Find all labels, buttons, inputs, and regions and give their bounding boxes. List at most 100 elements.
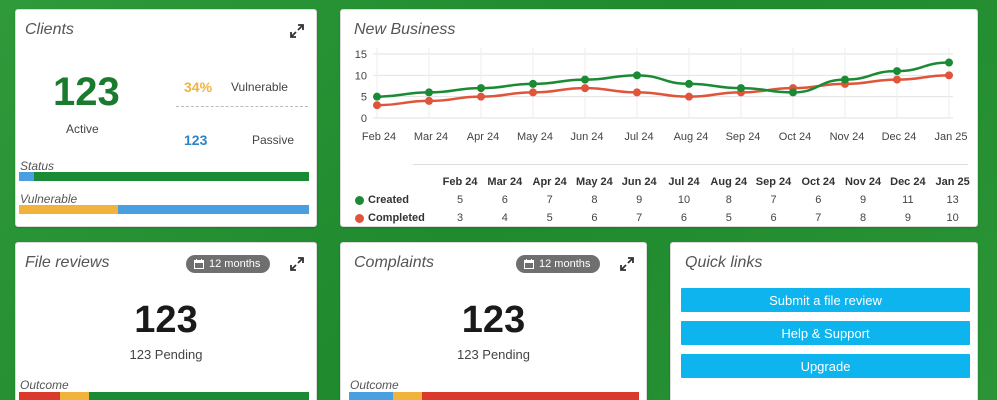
table-cell: 6: [501, 194, 508, 206]
table-header-cell: Apr 24: [532, 176, 567, 188]
status-segment: [33, 172, 309, 181]
table-cell: 6: [815, 194, 822, 206]
outcome-label: Outcome: [350, 378, 399, 392]
table-header-cell: May 24: [576, 176, 613, 188]
table-header-cell: Feb 24: [442, 176, 478, 188]
table-cell: 10: [946, 212, 959, 224]
y-tick-label: 0: [361, 113, 367, 125]
row-label: Created: [368, 194, 409, 206]
table-cell: 9: [636, 194, 643, 206]
period-filter[interactable]: 12 months: [186, 255, 271, 273]
help-support-button[interactable]: Help & Support: [681, 321, 970, 345]
passive-count: 123: [184, 132, 208, 148]
table-header-cell: Jun 24: [621, 176, 657, 188]
expand-icon[interactable]: [619, 256, 635, 272]
table-cell: 6: [770, 212, 777, 224]
expand-icon[interactable]: [289, 256, 305, 272]
upgrade-button[interactable]: Upgrade: [681, 354, 970, 378]
table-cell: 6: [680, 212, 688, 224]
table-row: Created 5 6 7 8 9 10 8 7 6 9 11 13: [355, 191, 975, 209]
table-divider: [413, 164, 968, 165]
data-point-created: [789, 88, 797, 97]
file-reviews-count: 123: [134, 299, 198, 341]
table-header-cell: Dec 24: [890, 176, 926, 188]
table-header-cell: Oct 24: [801, 176, 836, 188]
table-cell: 9: [860, 194, 867, 206]
table-cell: 13: [946, 194, 959, 206]
y-tick-label: 10: [355, 70, 367, 82]
divider: [176, 106, 308, 107]
data-point-created: [893, 67, 901, 76]
table-cell: 8: [591, 194, 598, 206]
x-tick-label: Nov 24: [830, 131, 865, 143]
table-cell: 5: [546, 212, 553, 224]
data-point-completed: [633, 88, 641, 97]
complaints-pending: 123 Pending: [456, 347, 530, 362]
table-cell: 5: [725, 212, 732, 224]
table-cell: 3: [457, 212, 464, 224]
calendar-icon: [194, 259, 204, 269]
calendar-icon: [524, 259, 534, 269]
table-header-cell: Jan 25: [935, 176, 970, 188]
expand-icon[interactable]: [289, 23, 305, 39]
table-cell: 7: [546, 194, 553, 206]
x-tick-label: Jun 24: [570, 131, 603, 143]
clients-card: Clients 123 Active 34% Vulnerable 123 Pa…: [15, 9, 317, 227]
data-point-created: [425, 88, 433, 97]
quick-links-title: Quick links: [685, 254, 763, 271]
vulnerable-segment: [117, 205, 309, 214]
data-point-created: [685, 79, 693, 88]
series-line-created: [376, 61, 950, 98]
outcome-bar: [349, 392, 639, 400]
x-tick-label: Dec 24: [882, 131, 917, 143]
table-header-cell: Mar 24: [487, 176, 523, 188]
file-reviews-title: File reviews: [25, 254, 110, 271]
table-cell: 8: [860, 212, 867, 224]
data-point-completed: [581, 84, 589, 93]
period-label: 12 months: [539, 258, 591, 270]
file-reviews-card: File reviews 12 months 123 123 Pending O…: [15, 242, 317, 400]
data-point-created: [477, 84, 485, 93]
table-cell: 10: [677, 194, 691, 206]
data-point-created: [529, 79, 537, 88]
new-business-chart: 15 10 5 0 Feb 24 Mar 24 Apr 24 May 24 Jun 24 Jul …: [355, 48, 968, 143]
period-filter[interactable]: 12 months: [516, 255, 601, 273]
active-label: Active: [66, 122, 99, 136]
outcome-bar: [19, 392, 309, 400]
period-label: 12 months: [209, 258, 261, 270]
vulnerable-label: Vulnerable: [231, 80, 288, 94]
table-cell: 7: [815, 212, 822, 224]
y-tick-label: 15: [355, 49, 367, 61]
data-point-completed: [425, 96, 433, 105]
vulnerable-bar: [19, 205, 309, 214]
x-tick-label: Sep 24: [726, 131, 761, 143]
data-point-created: [841, 75, 849, 84]
x-tick-label: Jul 24: [624, 131, 653, 143]
table-cell: 8: [725, 194, 732, 206]
data-point-completed: [685, 92, 693, 101]
outcome-segment: [59, 392, 89, 400]
outcome-segment: [88, 392, 309, 400]
outcome-segment: [19, 392, 60, 400]
table-cell: 5: [457, 194, 464, 206]
x-tick-label: Apr 24: [467, 131, 499, 143]
outcome-segment: [349, 392, 393, 400]
outcome-label: Outcome: [20, 378, 69, 392]
data-point-created: [373, 92, 381, 101]
legend-dot-icon: [355, 213, 364, 223]
data-point-completed: [893, 75, 901, 84]
file-reviews-pending: 123 Pending: [129, 347, 203, 362]
data-point-completed: [477, 92, 485, 101]
x-tick-label: May 24: [517, 131, 553, 143]
x-tick-label: Mar 24: [414, 131, 448, 143]
complaints-count: 123: [461, 299, 526, 341]
status-bar-label: Status: [20, 159, 55, 173]
data-point-created: [737, 84, 745, 93]
table-cell: 6: [591, 212, 598, 224]
vulnerable-percent: 34%: [184, 79, 213, 95]
table-cell: 9: [904, 212, 911, 224]
y-tick-label: 5: [361, 92, 367, 104]
new-business-table: Feb 24 Mar 24 Apr 24 May 24 Jun 24 Jul 24 Aug …: [355, 173, 975, 226]
status-bar: [19, 172, 309, 181]
submit-file-review-button[interactable]: Submit a file review: [681, 288, 970, 312]
